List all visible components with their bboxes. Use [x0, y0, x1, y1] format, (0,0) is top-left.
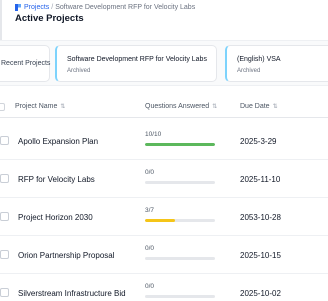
column-header-due-date[interactable]: Due Date ⇅ — [240, 103, 278, 110]
progress-bar — [145, 181, 215, 184]
column-header-label: Due Date — [240, 103, 270, 110]
project-name[interactable]: Orion Partnership Proposal — [18, 251, 115, 260]
breadcrumb-projects-link[interactable]: Projects — [24, 4, 49, 11]
table-row[interactable]: RFP for Velocity Labs 0/0 2025-11-10 — [0, 160, 328, 198]
table-row[interactable]: Silverstream Infrastructure Bid 0/0 2025… — [0, 274, 328, 301]
table-header: Project Name ⇅ Questions Answered ⇅ Due Da… — [0, 96, 328, 118]
recent-projects-label: Recent Projects — [1, 60, 51, 67]
breadcrumb-current: Software Development RFP for Velocity La… — [55, 4, 196, 11]
project-name[interactable]: Apollo Expansion Plan — [18, 137, 98, 146]
column-header-project-name[interactable]: Project Name ⇅ — [15, 103, 65, 110]
due-date: 2025-10-15 — [240, 251, 281, 260]
progress-bar-fill — [145, 143, 215, 146]
table-row[interactable]: Orion Partnership Proposal 0/0 2025-10-1… — [0, 236, 328, 274]
row-checkbox[interactable] — [0, 174, 9, 183]
due-date: 2025-11-10 — [240, 175, 281, 184]
column-header-label: Project Name — [15, 103, 58, 110]
project-name[interactable]: Silverstream Infrastructure Bid — [18, 289, 126, 298]
row-checkbox[interactable] — [0, 250, 9, 259]
sort-icon[interactable]: ⇅ — [60, 103, 65, 110]
page-title: Active Projects — [15, 13, 84, 24]
due-date: 2053-10-28 — [240, 213, 281, 222]
progress-bar — [145, 143, 215, 146]
select-all-checkbox[interactable] — [0, 103, 5, 111]
questions-answered-count: 10/10 — [145, 131, 162, 138]
progress-bar — [145, 257, 215, 260]
recent-project-status: Archived — [67, 68, 91, 74]
table-row[interactable]: Apollo Expansion Plan 10/10 2025-3-29 — [0, 122, 328, 160]
sidebar-edge — [0, 0, 2, 40]
column-header-questions-answered[interactable]: Questions Answered ⇅ — [145, 103, 217, 110]
table-row[interactable]: Project Horizon 2030 3/7 2053-10-28 — [0, 198, 328, 236]
sort-icon[interactable]: ⇅ — [273, 103, 278, 110]
recent-project-status: Archived — [237, 68, 261, 74]
sort-icon[interactable]: ⇅ — [212, 103, 217, 110]
progress-bar — [145, 295, 215, 298]
page-header: Projects / Software Development RFP for … — [0, 0, 328, 40]
breadcrumb: Projects / Software Development RFP for … — [15, 4, 195, 11]
recent-project-title: Software Development RFP for Velocity La… — [67, 56, 207, 63]
progress-bar — [145, 219, 215, 222]
recent-projects-label-card: Recent Projects — [0, 45, 50, 82]
progress-bar-fill — [145, 219, 176, 222]
row-checkbox[interactable] — [0, 212, 9, 221]
row-checkbox[interactable] — [0, 288, 9, 297]
breadcrumb-separator: / — [51, 4, 54, 11]
project-name[interactable]: Project Horizon 2030 — [18, 213, 93, 222]
app-logo-icon — [15, 4, 21, 11]
row-checkbox[interactable] — [0, 136, 9, 145]
due-date: 2025-3-29 — [240, 137, 277, 146]
project-name[interactable]: RFP for Velocity Labs — [18, 175, 95, 184]
recent-project-card[interactable]: (English) VSA Archived — [225, 45, 328, 82]
questions-answered-count: 0/0 — [145, 283, 155, 290]
recent-project-title: (English) VSA — [237, 56, 281, 63]
questions-answered-count: 3/7 — [145, 207, 155, 214]
questions-answered-count: 0/0 — [145, 169, 155, 176]
column-header-label: Questions Answered — [145, 103, 210, 110]
recent-project-card[interactable]: Software Development RFP for Velocity La… — [55, 45, 217, 82]
due-date: 2025-10-02 — [240, 289, 281, 298]
recent-projects-strip: Recent Projects Software Development RFP… — [0, 40, 328, 86]
questions-answered-count: 0/0 — [145, 245, 155, 252]
